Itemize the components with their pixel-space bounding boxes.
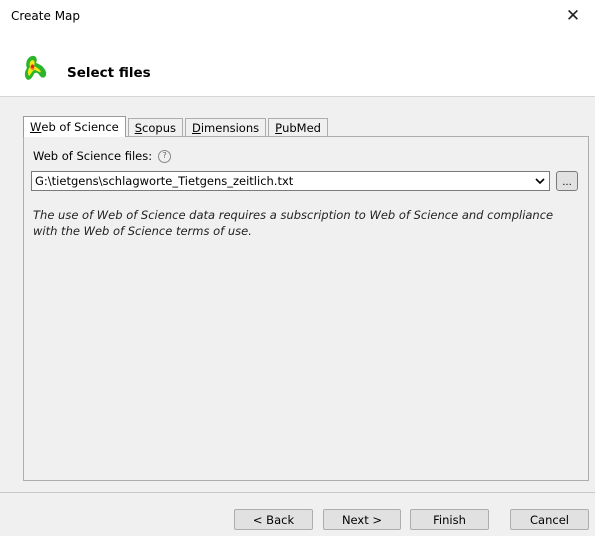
help-icon[interactable]: ? xyxy=(158,149,172,163)
tab-web-of-science[interactable]: Web of Science xyxy=(23,116,126,137)
content-area: Web of Science Scopus Dimensions PubMed … xyxy=(0,97,595,536)
license-notice: The use of Web of Science data requires … xyxy=(33,208,554,238)
source-tabs: Web of Science Scopus Dimensions PubMed xyxy=(23,116,330,137)
next-button[interactable]: Next > xyxy=(323,509,401,530)
wizard-header: Select files xyxy=(0,32,595,96)
tab-pubmed[interactable]: PubMed xyxy=(268,118,328,137)
footer-divider xyxy=(0,492,595,493)
cancel-button[interactable]: Cancel xyxy=(510,509,589,530)
close-button[interactable]: ✕ xyxy=(551,0,595,32)
back-button[interactable]: < Back xyxy=(234,509,313,530)
finish-button[interactable]: Finish xyxy=(410,509,489,530)
files-field-label: Web of Science files: ? xyxy=(33,149,172,163)
chevron-down-icon[interactable] xyxy=(531,172,549,190)
tab-scopus[interactable]: Scopus xyxy=(127,118,183,137)
file-path-combobox[interactable]: G:\tietgens\schlagworte_Tietgens_zeitlic… xyxy=(31,171,550,191)
tab-dimensions[interactable]: Dimensions xyxy=(185,118,267,137)
page-title: Select files xyxy=(67,65,151,81)
title-bar: Create Map ✕ xyxy=(0,0,595,32)
tab-panel: Web of Science files: ? G:\tietgens\schl… xyxy=(23,136,589,481)
heatmap-map-icon xyxy=(24,55,47,80)
close-icon: ✕ xyxy=(565,6,581,26)
browse-button[interactable]: ... xyxy=(556,171,578,191)
file-path-value: G:\tietgens\schlagworte_Tietgens_zeitlic… xyxy=(35,174,294,188)
window-title: Create Map xyxy=(11,9,81,23)
